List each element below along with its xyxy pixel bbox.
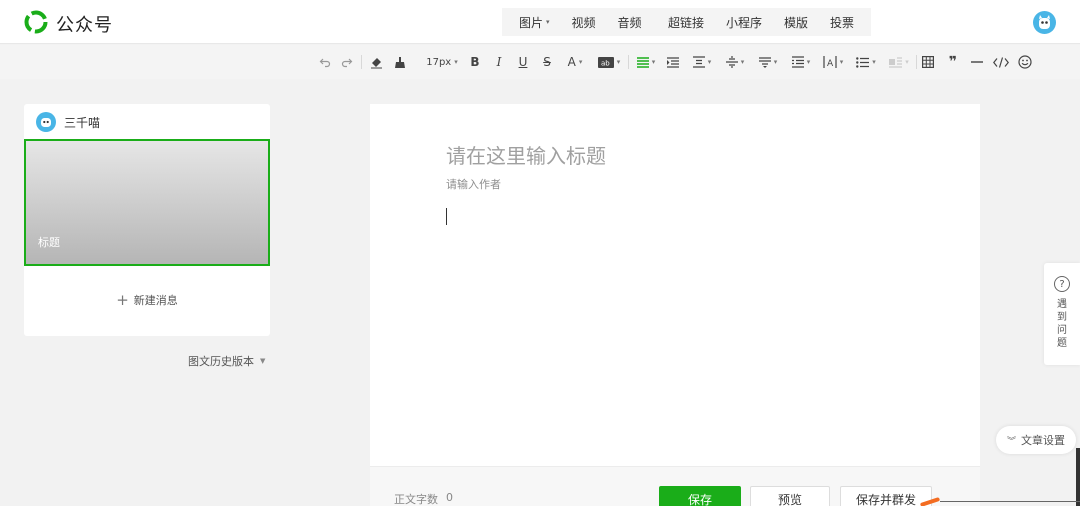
quote-icon[interactable]: ❞: [946, 54, 960, 70]
text-cursor: [446, 208, 447, 225]
insert-template-button[interactable]: 模版: [773, 14, 819, 31]
chevron-down-icon: ▾: [651, 58, 656, 66]
insert-link-button[interactable]: 超链接: [657, 14, 715, 31]
author-input[interactable]: [446, 178, 746, 191]
font-color-icon[interactable]: A ▾: [564, 54, 586, 70]
new-message-button[interactable]: + 新建消息: [24, 292, 270, 308]
plus-icon: +: [116, 290, 129, 309]
italic-icon[interactable]: I: [493, 54, 505, 70]
image-float-icon: ▾: [886, 54, 912, 70]
table-icon[interactable]: [921, 54, 935, 70]
insert-vote-label: 投票: [830, 15, 855, 30]
insert-miniprogram-label: 小程序: [726, 15, 763, 30]
chevron-down-icon: ▾: [905, 58, 909, 66]
editor-toolbar: 17px ▾ B I U S A▾ ab ▾ ▾ ▾ ▾ ▾ ▾ A ▾ ▾: [0, 45, 1080, 79]
body-content-area[interactable]: [430, 204, 920, 454]
toolbar-divider: [628, 55, 629, 69]
annotation-line: [940, 501, 1080, 502]
divider-icon[interactable]: [970, 54, 984, 70]
help-button[interactable]: ? 遇到问题: [1044, 263, 1080, 365]
double-chevron-down-icon: ︾: [1006, 436, 1016, 447]
word-count-label: 正文字数: [394, 493, 438, 506]
undo-icon[interactable]: [318, 54, 332, 70]
text-direction-icon[interactable]: A ▾: [820, 54, 846, 70]
preview-button[interactable]: 预览: [750, 486, 830, 506]
format-painter-icon[interactable]: [393, 54, 407, 70]
app-logo[interactable]: 公众号: [24, 10, 113, 38]
underline-icon[interactable]: U: [517, 54, 529, 70]
line-spacing-icon[interactable]: ▾: [722, 54, 748, 70]
account-name: 三千喵: [64, 115, 101, 130]
code-icon[interactable]: [992, 54, 1010, 70]
insert-video-label: 视频: [571, 15, 596, 30]
chevron-down-icon: ▾: [546, 18, 550, 26]
editor-footer: 正文字数 0 保存 预览 保存并群发: [370, 466, 980, 506]
chevron-down-icon: ▾: [872, 58, 876, 66]
help-label: 遇到问题: [1057, 299, 1067, 349]
insert-media-group: 图片 ▾ 视频 音频: [502, 8, 659, 36]
list-icon[interactable]: ▾: [853, 54, 879, 70]
insert-audio-button[interactable]: 音频: [607, 14, 653, 31]
align-icon[interactable]: ▾: [634, 54, 658, 70]
article-item-title: 标题: [38, 236, 60, 249]
chevron-down-icon: ▼: [260, 357, 266, 365]
insert-image-button[interactable]: 图片 ▾: [508, 14, 561, 31]
article-item-selected[interactable]: 标题: [24, 139, 270, 266]
wechat-mp-logo-icon: [24, 10, 48, 38]
article-editor: 正文字数 0 保存 预览 保存并群发: [370, 104, 980, 506]
redo-icon[interactable]: [340, 54, 354, 70]
indent-icon[interactable]: [666, 54, 680, 70]
font-size-value: 17px: [426, 56, 452, 68]
paragraph-spacing-icon[interactable]: ▾: [689, 54, 715, 70]
top-bar: 公众号 图片 ▾ 视频 音频 超链接 小程序 模版 投票: [0, 0, 1080, 44]
toolbar-divider: [916, 55, 917, 69]
history-versions-label: 图文历史版本: [188, 355, 254, 368]
article-settings-button[interactable]: ︾ 文章设置: [996, 426, 1076, 454]
insert-vote-button[interactable]: 投票: [819, 14, 865, 31]
word-count: 正文字数 0: [394, 491, 453, 506]
svg-text:A: A: [827, 59, 834, 68]
insert-link-label: 超链接: [668, 15, 705, 30]
save-and-publish-button[interactable]: 保存并群发: [840, 486, 932, 506]
chevron-down-icon: ▾: [740, 58, 745, 66]
letter-spacing-icon[interactable]: ▾: [788, 54, 814, 70]
chevron-down-icon: ▾: [773, 58, 778, 66]
chevron-down-icon: ▾: [616, 58, 621, 66]
font-size-select[interactable]: 17px ▾: [422, 54, 462, 70]
toolbar-divider: [361, 55, 362, 69]
account-avatar-icon: [36, 112, 56, 132]
chevron-down-icon: ▾: [454, 58, 458, 66]
insert-audio-label: 音频: [617, 15, 642, 30]
help-icon: ?: [1054, 276, 1070, 292]
bold-icon[interactable]: B: [469, 54, 481, 70]
chevron-down-icon: ▾: [707, 58, 712, 66]
chevron-down-icon: ▾: [578, 58, 583, 66]
line-height-icon[interactable]: ▾: [755, 54, 781, 70]
emoji-icon[interactable]: [1017, 54, 1033, 70]
chevron-down-icon: ▾: [806, 58, 811, 66]
insert-template-label: 模版: [784, 15, 809, 30]
history-versions-dropdown[interactable]: 图文历史版本 ▼: [188, 353, 265, 369]
svg-text:ab: ab: [601, 59, 610, 67]
insert-image-label: 图片: [519, 15, 544, 30]
app-name: 公众号: [56, 15, 113, 36]
save-button[interactable]: 保存: [659, 486, 741, 506]
user-avatar-icon[interactable]: [1033, 11, 1056, 34]
insert-video-button[interactable]: 视频: [561, 14, 607, 31]
strikethrough-icon[interactable]: S: [541, 54, 553, 70]
chevron-down-icon: ▾: [839, 58, 844, 66]
insert-miniprogram-button[interactable]: 小程序: [715, 14, 773, 31]
background-color-icon[interactable]: ab ▾: [596, 54, 622, 70]
article-list-card: 三千喵 标题 + 新建消息: [24, 104, 270, 336]
insert-extras-group: 超链接 小程序 模版 投票: [651, 8, 872, 36]
window-edge: [1076, 448, 1080, 506]
account-header: 三千喵: [36, 112, 100, 132]
title-input[interactable]: [446, 144, 906, 168]
format-clear-icon[interactable]: [368, 54, 384, 70]
new-message-label: 新建消息: [133, 294, 178, 307]
word-count-value: 0: [446, 491, 453, 504]
article-settings-label: 文章设置: [1021, 434, 1065, 447]
